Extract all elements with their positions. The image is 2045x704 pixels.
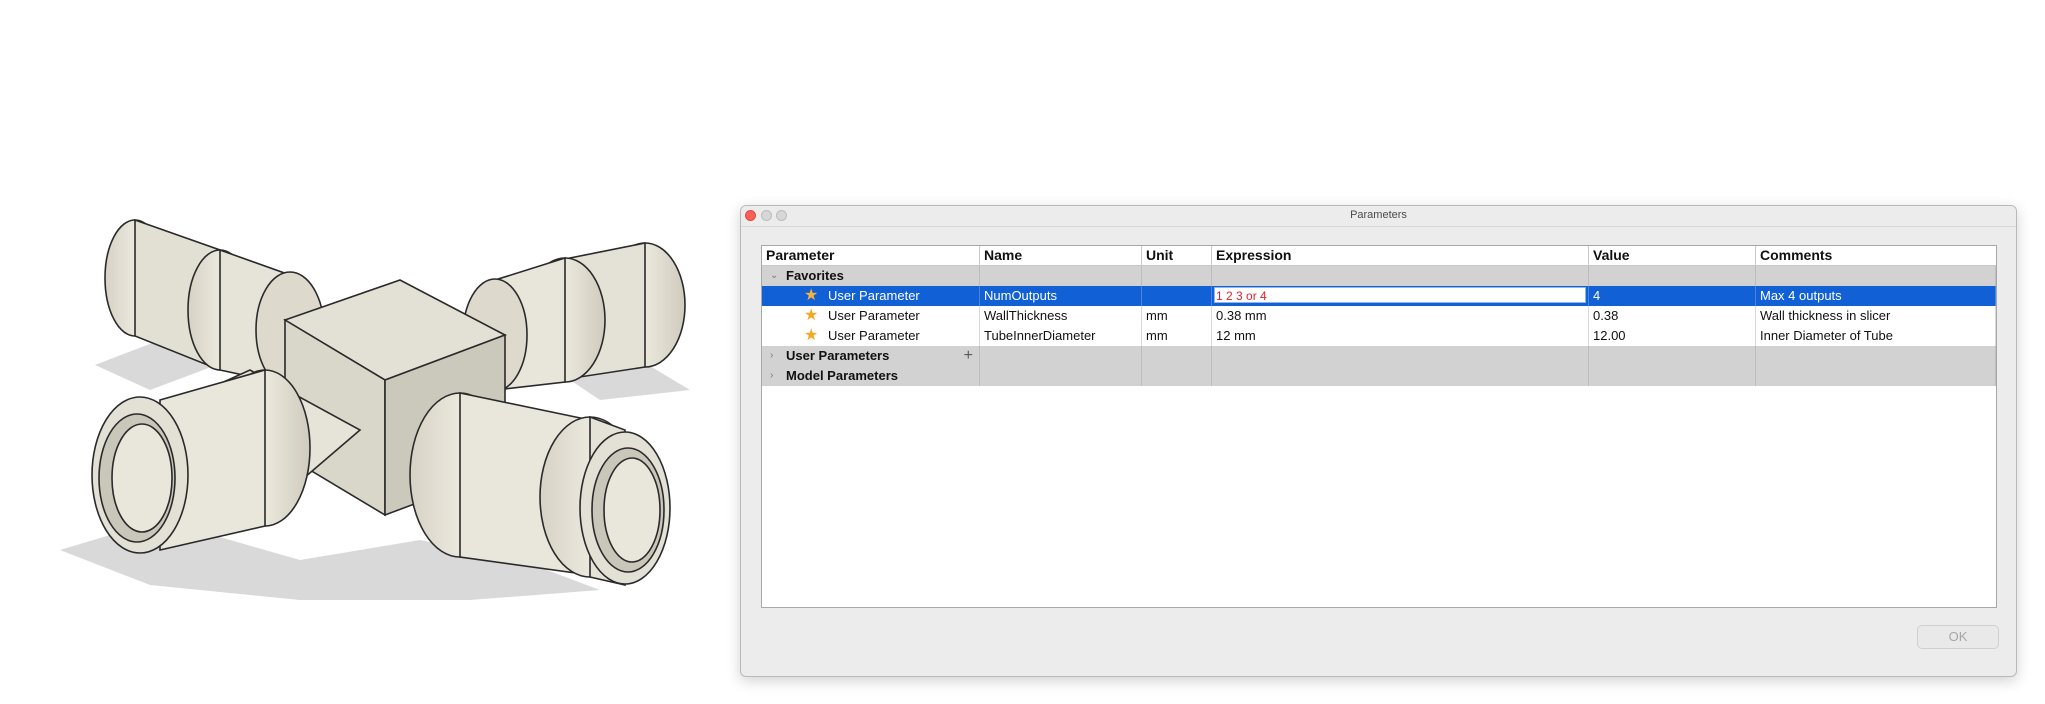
- table-row[interactable]: ★ User Parameter WallThickness mm 0.38 m…: [762, 306, 1996, 326]
- parameter-name: WallThickness: [980, 306, 1142, 326]
- parameter-value: 12.00: [1589, 326, 1756, 346]
- parameter-unit[interactable]: [1142, 286, 1212, 306]
- parameter-expression[interactable]: 0.38 mm: [1212, 306, 1589, 326]
- group-row-model-parameters[interactable]: › Model Parameters: [762, 366, 1996, 386]
- column-header-name[interactable]: Name: [980, 246, 1142, 265]
- parameter-value: 0.38: [1589, 306, 1756, 326]
- table-row[interactable]: ★ User Parameter TubeInnerDiameter mm 12…: [762, 326, 1996, 346]
- star-icon[interactable]: ★: [804, 307, 818, 325]
- window-title: Parameters: [1350, 209, 1407, 221]
- group-label-user-parameters: User Parameters: [786, 348, 890, 363]
- column-header-comments[interactable]: Comments: [1756, 246, 1996, 265]
- parameter-value: 4: [1589, 286, 1756, 306]
- parameter-type: User Parameter: [828, 308, 920, 323]
- chevron-right-icon[interactable]: ›: [770, 346, 773, 366]
- expression-cell[interactable]: 1 2 3 or 4: [1212, 286, 1589, 306]
- chevron-right-icon[interactable]: ›: [770, 366, 773, 386]
- parameters-dialog: Parameters Parameter Name Unit Expressio…: [740, 205, 2017, 677]
- expression-input[interactable]: 1 2 3 or 4: [1214, 287, 1586, 303]
- star-icon[interactable]: ★: [804, 327, 818, 345]
- chevron-down-icon[interactable]: ⌄: [770, 266, 778, 286]
- parameter-comment[interactable]: Wall thickness in slicer: [1756, 306, 1996, 326]
- group-label-favorites: Favorites: [786, 268, 844, 283]
- parameter-type: User Parameter: [828, 328, 920, 343]
- parameter-name: NumOutputs: [980, 286, 1142, 306]
- parameters-table[interactable]: Parameter Name Unit Expression Value Com…: [761, 245, 1997, 608]
- group-row-user-parameters[interactable]: › User Parameters +: [762, 346, 1996, 366]
- parameter-name: TubeInnerDiameter: [980, 326, 1142, 346]
- parameter-comment[interactable]: Inner Diameter of Tube: [1756, 326, 1996, 346]
- column-header-parameter[interactable]: Parameter: [762, 246, 980, 265]
- parameter-type: User Parameter: [828, 288, 920, 303]
- column-header-value[interactable]: Value: [1589, 246, 1756, 265]
- star-icon[interactable]: ★: [804, 287, 818, 305]
- parameter-unit[interactable]: mm: [1142, 306, 1212, 326]
- model-viewport[interactable]: [0, 0, 740, 704]
- title-bar: Parameters: [741, 206, 2016, 227]
- table-row[interactable]: ★ User Parameter NumOutputs 1 2 3 or 4 4…: [762, 286, 1996, 306]
- group-label-model-parameters: Model Parameters: [786, 368, 898, 383]
- group-row-favorites[interactable]: ⌄ Favorites: [762, 266, 1996, 286]
- plus-icon[interactable]: +: [964, 346, 973, 365]
- table-header: Parameter Name Unit Expression Value Com…: [762, 246, 1996, 266]
- parameter-unit[interactable]: mm: [1142, 326, 1212, 346]
- parameter-comment[interactable]: Max 4 outputs: [1756, 286, 1996, 306]
- ok-button[interactable]: OK: [1917, 625, 1999, 649]
- pipe-cross-model: [91, 218, 686, 587]
- parameter-expression[interactable]: 12 mm: [1212, 326, 1589, 346]
- column-header-expression[interactable]: Expression: [1212, 246, 1589, 265]
- column-header-unit[interactable]: Unit: [1142, 246, 1212, 265]
